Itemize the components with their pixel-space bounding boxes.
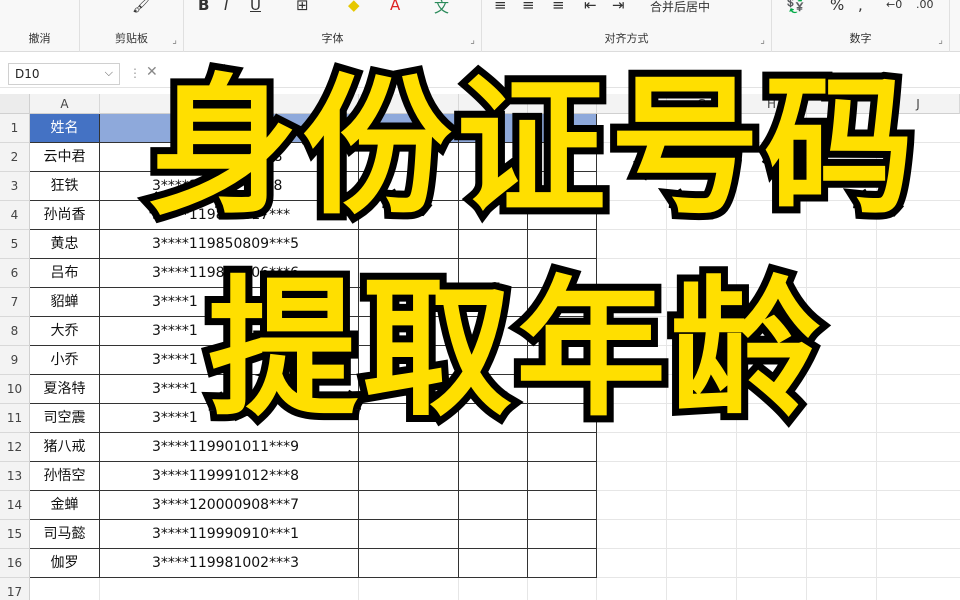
empty-cell[interactable] bbox=[359, 433, 459, 462]
row-header-3[interactable]: 3 bbox=[0, 172, 30, 201]
name-cell[interactable]: 大乔 bbox=[30, 317, 100, 346]
number-group-label: 数字 bbox=[849, 32, 872, 45]
overlay-title: 身份证号码 bbox=[141, 61, 921, 235]
font-group: B I U ⊞ ◆ A 文 字体 ⌟ bbox=[184, 0, 482, 52]
comma-style-icon[interactable]: , bbox=[858, 0, 863, 14]
drag-handle-icon[interactable]: ⋮ bbox=[129, 66, 141, 80]
bold-icon[interactable]: B bbox=[198, 0, 209, 14]
row-header-1[interactable]: 1 bbox=[0, 114, 30, 143]
row-header-16[interactable]: 16 bbox=[0, 549, 30, 578]
name-cell[interactable]: 貂蝉 bbox=[30, 288, 100, 317]
name-cell[interactable]: 伽罗 bbox=[30, 549, 100, 578]
number-launcher-icon[interactable]: ⌟ bbox=[938, 35, 943, 46]
empty-cell[interactable] bbox=[528, 433, 597, 462]
font-color-icon[interactable]: A bbox=[390, 0, 400, 14]
empty-cell[interactable] bbox=[459, 520, 528, 549]
empty-cell[interactable] bbox=[528, 549, 597, 578]
alignment-group-label: 对齐方式 bbox=[604, 32, 649, 45]
row-header-4[interactable]: 4 bbox=[0, 201, 30, 230]
overlay-subtitle: 提取年龄 bbox=[201, 263, 827, 437]
clipboard-launcher-icon[interactable]: ⌟ bbox=[172, 35, 177, 46]
id-number-cell[interactable]: 3****119981002***3 bbox=[100, 549, 359, 578]
phonetic-icon[interactable]: 文 bbox=[434, 0, 449, 17]
name-cell[interactable]: 小乔 bbox=[30, 346, 100, 375]
font-launcher-icon[interactable]: ⌟ bbox=[470, 35, 475, 46]
percent-icon[interactable]: % bbox=[830, 0, 844, 14]
fill-color-icon[interactable]: ◆ bbox=[348, 0, 360, 14]
row-header-9[interactable]: 9 bbox=[0, 346, 30, 375]
row-header-17[interactable]: 17 bbox=[0, 578, 30, 600]
row-header-6[interactable]: 6 bbox=[0, 259, 30, 288]
italic-icon[interactable]: I bbox=[224, 0, 228, 14]
select-all-corner[interactable] bbox=[0, 94, 30, 114]
undo-group: 撤消 bbox=[0, 0, 80, 52]
underline-icon[interactable]: U bbox=[250, 0, 261, 14]
empty-cell[interactable] bbox=[459, 549, 528, 578]
align-right-icon[interactable]: ≡ bbox=[552, 0, 565, 14]
id-number-cell[interactable]: 3****119990910***1 bbox=[100, 520, 359, 549]
name-cell[interactable]: 云中君 bbox=[30, 143, 100, 172]
row-header-5[interactable]: 5 bbox=[0, 230, 30, 259]
empty-cell[interactable] bbox=[459, 491, 528, 520]
name-cell[interactable]: 夏洛特 bbox=[30, 375, 100, 404]
name-cell[interactable]: 黄忠 bbox=[30, 230, 100, 259]
excel-window: 撤消 🖌 剪贴板 ⌟ B I U ⊞ ◆ A 文 字体 ⌟ ≡ ≡ ≡ ⇤ ⇥ … bbox=[0, 0, 960, 600]
undo-group-label: 撤消 bbox=[28, 32, 51, 45]
name-cell[interactable]: 孙尚香 bbox=[30, 201, 100, 230]
name-cell[interactable]: 孙悟空 bbox=[30, 462, 100, 491]
align-left-icon[interactable]: ≡ bbox=[494, 0, 507, 14]
empty-cell[interactable] bbox=[359, 520, 459, 549]
row-header-13[interactable]: 13 bbox=[0, 462, 30, 491]
format-painter-icon[interactable]: 🖌 bbox=[132, 0, 151, 14]
id-number-cell[interactable]: 3****120000908***7 bbox=[100, 491, 359, 520]
row-header-11[interactable]: 11 bbox=[0, 404, 30, 433]
currency-icon[interactable]: 💱 bbox=[786, 0, 805, 14]
name-box[interactable]: D10 ⌵ bbox=[8, 63, 120, 85]
align-center-icon[interactable]: ≡ bbox=[522, 0, 535, 14]
name-cell[interactable]: 司马懿 bbox=[30, 520, 100, 549]
indent-decrease-icon[interactable]: ⇤ bbox=[584, 0, 597, 14]
empty-cell[interactable] bbox=[528, 462, 597, 491]
row-header-8[interactable]: 8 bbox=[0, 317, 30, 346]
merge-center-button[interactable]: 合并后居中 bbox=[650, 0, 710, 15]
clipboard-group-label: 剪贴板 bbox=[115, 32, 148, 45]
increase-decimal-icon[interactable]: ←0 bbox=[886, 0, 902, 11]
clipboard-group: 🖌 剪贴板 ⌟ bbox=[80, 0, 184, 52]
alignment-group: ≡ ≡ ≡ ⇤ ⇥ 合并后居中 对齐方式 ⌟ bbox=[482, 0, 772, 52]
decrease-decimal-icon[interactable]: .00 bbox=[916, 0, 934, 11]
chevron-down-icon[interactable]: ⌵ bbox=[105, 66, 113, 80]
row-header-2[interactable]: 2 bbox=[0, 143, 30, 172]
name-cell[interactable]: 金蝉 bbox=[30, 491, 100, 520]
empty-cell[interactable] bbox=[528, 491, 597, 520]
empty-cell[interactable] bbox=[359, 462, 459, 491]
row-header-7[interactable]: 7 bbox=[0, 288, 30, 317]
id-number-cell[interactable]: 3****119901011***9 bbox=[100, 433, 359, 462]
empty-cell[interactable] bbox=[459, 433, 528, 462]
header-cell-name[interactable]: 姓名 bbox=[30, 114, 100, 143]
name-cell[interactable]: 狂铁 bbox=[30, 172, 100, 201]
font-group-label: 字体 bbox=[321, 32, 344, 45]
row-header-12[interactable]: 12 bbox=[0, 433, 30, 462]
empty-cell[interactable] bbox=[459, 462, 528, 491]
alignment-launcher-icon[interactable]: ⌟ bbox=[760, 35, 765, 46]
row-header-14[interactable]: 14 bbox=[0, 491, 30, 520]
name-cell[interactable]: 司空震 bbox=[30, 404, 100, 433]
column-header-a[interactable]: A bbox=[30, 94, 100, 114]
ribbon: 撤消 🖌 剪贴板 ⌟ B I U ⊞ ◆ A 文 字体 ⌟ ≡ ≡ ≡ ⇤ ⇥ … bbox=[0, 0, 960, 52]
name-cell[interactable]: 猪八戒 bbox=[30, 433, 100, 462]
empty-cell[interactable] bbox=[528, 520, 597, 549]
row-header-10[interactable]: 10 bbox=[0, 375, 30, 404]
border-icon[interactable]: ⊞ bbox=[296, 0, 309, 14]
indent-increase-icon[interactable]: ⇥ bbox=[612, 0, 625, 14]
name-box-value: D10 bbox=[15, 67, 40, 81]
empty-cell[interactable] bbox=[359, 549, 459, 578]
id-number-cell[interactable]: 3****119991012***8 bbox=[100, 462, 359, 491]
name-cell[interactable]: 吕布 bbox=[30, 259, 100, 288]
number-group: 💱 % , ←0 .00 数字 ⌟ bbox=[772, 0, 950, 52]
row-header-15[interactable]: 15 bbox=[0, 520, 30, 549]
empty-cell[interactable] bbox=[359, 491, 459, 520]
